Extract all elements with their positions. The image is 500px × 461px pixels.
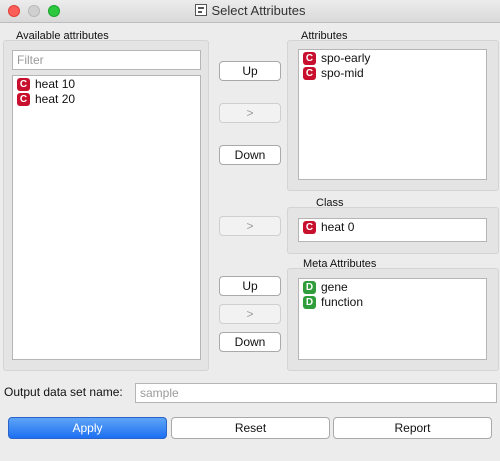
attributes-label: Attributes xyxy=(301,30,348,42)
attributes-down-button[interactable]: Down xyxy=(219,145,281,165)
attributes-list[interactable]: C spo-early C spo-mid xyxy=(298,49,487,180)
continuous-variable-icon: C xyxy=(303,221,316,234)
item-label: gene xyxy=(321,280,348,294)
move-to-meta-button[interactable]: > xyxy=(219,304,281,324)
list-item[interactable]: C heat 20 xyxy=(14,92,200,107)
window-title: Select Attributes xyxy=(211,3,306,18)
class-label: Class xyxy=(316,197,344,209)
list-item[interactable]: C spo-mid xyxy=(300,66,486,81)
meta-down-button[interactable]: Down xyxy=(219,332,281,352)
meta-up-button[interactable]: Up xyxy=(219,276,281,296)
attributes-up-button[interactable]: Up xyxy=(219,61,281,81)
item-label: spo-mid xyxy=(321,66,364,80)
discrete-variable-icon: D xyxy=(303,281,316,294)
filter-input[interactable] xyxy=(12,50,201,70)
meta-attributes-list[interactable]: D gene D function xyxy=(298,278,487,360)
available-attributes-list[interactable]: C heat 10 C heat 20 xyxy=(12,75,201,360)
output-name-input[interactable] xyxy=(135,383,497,403)
title-bar: Select Attributes xyxy=(0,0,500,23)
reset-button[interactable]: Reset xyxy=(171,417,330,439)
item-label: spo-early xyxy=(321,51,371,65)
move-to-class-button[interactable]: > xyxy=(219,216,281,236)
continuous-variable-icon: C xyxy=(303,67,316,80)
list-item[interactable]: D function xyxy=(300,295,486,310)
apply-button[interactable]: Apply xyxy=(8,417,167,439)
item-label: heat 0 xyxy=(321,220,355,234)
available-attributes-label: Available attributes xyxy=(16,30,109,42)
list-item[interactable]: D gene xyxy=(300,280,486,295)
meta-attributes-label: Meta Attributes xyxy=(303,258,377,270)
item-label: function xyxy=(321,295,364,309)
continuous-variable-icon: C xyxy=(17,93,30,106)
output-name-label: Output data set name: xyxy=(4,385,123,399)
report-button[interactable]: Report xyxy=(333,417,492,439)
window-title-area: Select Attributes xyxy=(0,3,500,18)
discrete-variable-icon: D xyxy=(303,296,316,309)
list-item[interactable]: C spo-early xyxy=(300,51,486,66)
list-item[interactable]: C heat 0 xyxy=(300,220,486,235)
class-list[interactable]: C heat 0 xyxy=(298,218,487,242)
move-to-attributes-button[interactable]: > xyxy=(219,103,281,123)
list-item[interactable]: C heat 10 xyxy=(14,77,200,92)
continuous-variable-icon: C xyxy=(303,52,316,65)
item-label: heat 20 xyxy=(35,92,76,106)
continuous-variable-icon: C xyxy=(17,78,30,91)
widget-icon xyxy=(194,4,207,16)
item-label: heat 10 xyxy=(35,77,76,91)
